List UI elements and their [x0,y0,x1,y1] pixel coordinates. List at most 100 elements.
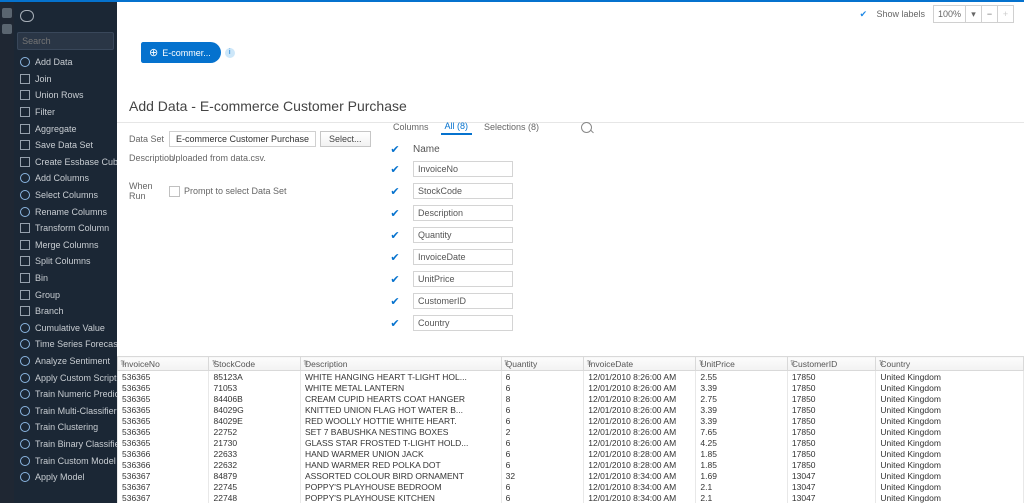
column-check-icon[interactable]: ✔ [389,229,401,241]
sidebar-item-union-rows[interactable]: Union Rows [14,87,117,104]
sidebar-item-bin[interactable]: Bin [14,270,117,287]
table-row[interactable]: 53636784879ASSORTED COLOUR BIRD ORNAMENT… [118,470,1024,481]
table-row[interactable]: 53636521730GLASS STAR FROSTED T-LIGHT HO… [118,437,1024,448]
grid-header-customerid[interactable]: ⇅CustomerID [787,357,876,371]
sidebar-item-train-multi-classifier[interactable]: Train Multi-Classifier [14,402,117,419]
sidebar-item-analyze-sentiment[interactable]: Analyze Sentiment [14,353,117,370]
sidebar-item-apply-custom-script[interactable]: Apply Custom Script [14,369,117,386]
grid-header-country[interactable]: ⇅Country [876,357,1024,371]
flow-node[interactable]: ⊕ E-commer... i [141,42,235,63]
tab-columns[interactable]: Columns [389,120,433,134]
sidebar-item-group[interactable]: Group [14,286,117,303]
column-check-icon[interactable]: ✔ [389,295,401,307]
column-field[interactable]: UnitPrice [413,271,513,287]
table-cell: 22633 [209,448,300,459]
sort-icon[interactable]: ⇅ [878,359,884,367]
zoom-in-button[interactable]: + [997,6,1013,22]
grid-header-invoiceno[interactable]: ⇅InvoiceNo [118,357,209,371]
column-field[interactable]: StockCode [413,183,513,199]
sidebar-item-select-columns[interactable]: Select Columns [14,187,117,204]
column-check-icon[interactable]: ✔ [389,207,401,219]
column-field[interactable]: InvoiceNo [413,161,513,177]
table-row[interactable]: 53636585123AWHITE HANGING HEART T-LIGHT … [118,371,1024,383]
sidebar-item-rename-columns[interactable]: Rename Columns [14,203,117,220]
sidebar-item-branch[interactable]: Branch [14,303,117,320]
zoom-out-button[interactable]: − [981,6,997,22]
table-row[interactable]: 53636722748POPPY'S PLAYHOUSE KITCHEN612/… [118,492,1024,503]
table-cell: 12/01/2010 8:28:00 AM [584,459,696,470]
table-cell: HAND WARMER UNION JACK [300,448,501,459]
column-check-icon[interactable]: ✔ [389,273,401,285]
show-labels-check-icon[interactable]: ✔ [858,9,868,19]
column-field[interactable]: Description [413,205,513,221]
info-icon[interactable]: i [225,48,235,58]
table-row[interactable]: 53636622633HAND WARMER UNION JACK612/01/… [118,448,1024,459]
table-row[interactable]: 53636584029ERED WOOLLY HOTTIE WHITE HEAR… [118,415,1024,426]
tab-all[interactable]: All (8) [441,119,473,135]
table-cell: 3.39 [696,415,787,426]
grid-header-description[interactable]: ⇅Description [300,357,501,371]
sidebar-item-train-binary-classifier[interactable]: Train Binary Classifier [14,436,117,453]
sidebar-item-cumulative-value[interactable]: Cumulative Value [14,320,117,337]
zoom-dropdown-button[interactable]: ▾ [965,6,981,22]
sidebar-item-filter[interactable]: Filter [14,104,117,121]
sidebar-item-split-columns[interactable]: Split Columns [14,253,117,270]
table-cell: 12/01/2010 8:26:00 AM [584,404,696,415]
table-cell: 17850 [787,371,876,383]
sidebar-item-add-columns[interactable]: Add Columns [14,170,117,187]
table-row[interactable]: 53636584406BCREAM CUPID HEARTS COAT HANG… [118,393,1024,404]
column-field[interactable]: InvoiceDate [413,249,513,265]
table-cell: WHITE METAL LANTERN [300,382,501,393]
table-cell: 17850 [787,426,876,437]
grid-header-unitprice[interactable]: ⇅UnitPrice [696,357,787,371]
rail-icon-1[interactable] [2,8,12,18]
sidebar-item-join[interactable]: Join [14,71,117,88]
sidebar-search-input[interactable] [17,32,114,50]
sort-icon[interactable]: ⇅ [120,359,126,367]
sidebar-item-merge-columns[interactable]: Merge Columns [14,237,117,254]
sidebar-item-transform-column[interactable]: Transform Column [14,220,117,237]
sidebar-item-train-numeric-prediction[interactable]: Train Numeric Prediction [14,386,117,403]
sidebar-item-train-custom-model[interactable]: Train Custom Model [14,452,117,469]
grid-header-quantity[interactable]: ⇅Quantity [501,357,584,371]
sidebar-item-create-essbase-cube[interactable]: Create Essbase Cube [14,154,117,171]
table-cell: 536365 [118,393,209,404]
column-item: ✔ StockCode [389,183,592,199]
table-cell: 85123A [209,371,300,383]
sidebar-item-apply-model[interactable]: Apply Model [14,469,117,486]
sidebar-item-add-data[interactable]: Add Data [14,54,117,71]
grid-header-stockcode[interactable]: ⇅StockCode [209,357,300,371]
sort-icon[interactable]: ⇅ [504,359,510,367]
column-field[interactable]: Quantity [413,227,513,243]
column-check-icon[interactable]: ✔ [389,163,401,175]
sort-icon[interactable]: ⇅ [586,359,592,367]
select-dataset-button[interactable]: Select... [320,131,371,147]
column-field[interactable]: CustomerID [413,293,513,309]
column-field[interactable]: Country [413,315,513,331]
column-check-icon[interactable]: ✔ [389,251,401,263]
table-row[interactable]: 53636571053WHITE METAL LANTERN612/01/201… [118,382,1024,393]
table-row[interactable]: 53636522752SET 7 BABUSHKA NESTING BOXES2… [118,426,1024,437]
prompt-checkbox[interactable] [169,186,180,197]
table-row[interactable]: 53636622632HAND WARMER RED POLKA DOT612/… [118,459,1024,470]
sort-icon[interactable]: ⇅ [303,359,309,367]
tab-selections[interactable]: Selections (8) [480,120,543,134]
sort-icon[interactable]: ⇅ [211,359,217,367]
table-cell: 2.1 [696,492,787,503]
table-cell: 32 [501,470,584,481]
table-cell: United Kingdom [876,371,1024,383]
sidebar-item-train-clustering[interactable]: Train Clustering [14,419,117,436]
sidebar-item-save-data-set[interactable]: Save Data Set [14,137,117,154]
sort-icon[interactable]: ⇅ [790,359,796,367]
table-row[interactable]: 53636584029GKNITTED UNION FLAG HOT WATER… [118,404,1024,415]
columns-search-icon[interactable] [581,122,592,133]
column-check-icon[interactable]: ✔ [389,143,401,155]
column-check-icon[interactable]: ✔ [389,185,401,197]
sort-icon[interactable]: ⇅ [698,359,704,367]
rail-icon-2[interactable] [2,24,12,34]
grid-header-invoicedate[interactable]: ⇅InvoiceDate [584,357,696,371]
column-check-icon[interactable]: ✔ [389,317,401,329]
sidebar-item-time-series-forecast[interactable]: Time Series Forecast [14,336,117,353]
table-row[interactable]: 53636722745POPPY'S PLAYHOUSE BEDROOM612/… [118,481,1024,492]
sidebar-item-aggregate[interactable]: Aggregate [14,120,117,137]
